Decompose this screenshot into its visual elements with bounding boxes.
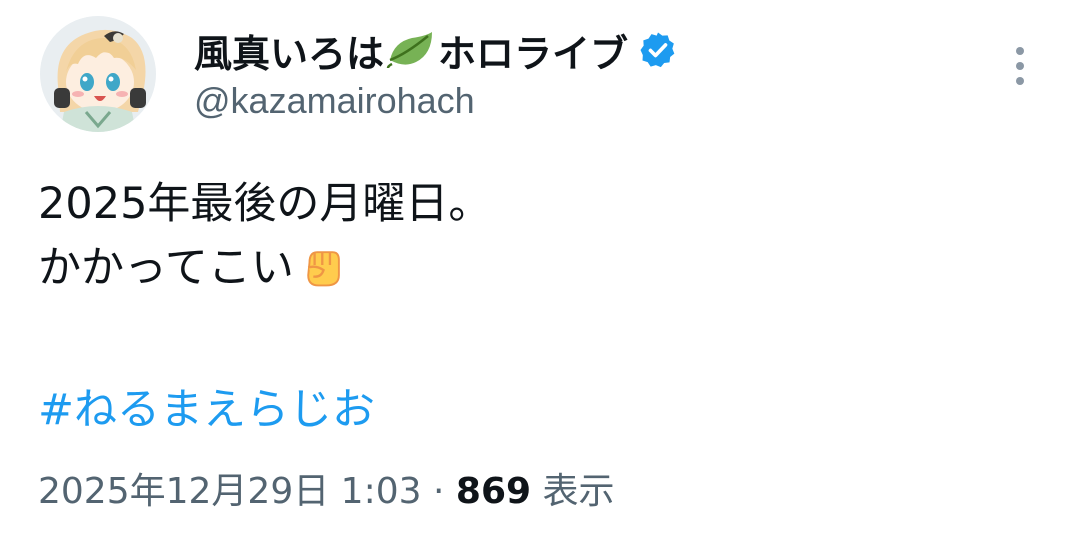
verified-badge-icon [638, 30, 678, 70]
more-vertical-icon-dot [1016, 62, 1024, 70]
raised-fist-icon [298, 242, 344, 288]
tweet-text-line-1: 2025年最後の月曜日。 [38, 179, 492, 229]
tweet-text: 2025年最後の月曜日。 かかってこい [38, 172, 1038, 300]
tweet-text-line-2-text: かかってこい [38, 243, 294, 293]
more-vertical-icon [1016, 47, 1024, 55]
avatar[interactable] [40, 16, 156, 132]
more-options-button[interactable] [1002, 42, 1038, 90]
tweet-card: 風真いろは ホロライブ @kazamairohach 2025年最後の月曜日。 … [0, 0, 1080, 540]
views-label: 表示 [542, 471, 615, 512]
hashtag-link[interactable]: #ねるまえらじお [38, 378, 375, 442]
leaf-icon [386, 30, 436, 70]
tweet-timestamp[interactable]: 2025年12月29日 1:03 [38, 471, 422, 512]
tweet-meta: 2025年12月29日 1:03 · 869 表示 [38, 464, 615, 520]
meta-separator: · [432, 471, 445, 512]
tweet-text-line-2: かかってこい [38, 236, 1038, 300]
avatar-image [40, 16, 156, 132]
display-name-suffix[interactable]: ホロライブ [438, 23, 628, 78]
author-name-row[interactable]: 風真いろは ホロライブ [194, 22, 678, 78]
author-handle[interactable]: @kazamairohach [194, 80, 475, 122]
display-name-prefix[interactable]: 風真いろは [194, 23, 384, 78]
views-count: 869 [455, 471, 532, 512]
more-vertical-icon-dot [1016, 77, 1024, 85]
